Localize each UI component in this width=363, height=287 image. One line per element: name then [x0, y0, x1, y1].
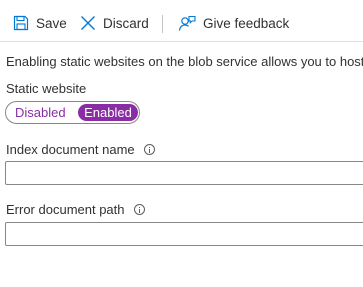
- static-website-toggle[interactable]: Disabled Enabled: [5, 101, 140, 124]
- error-document-input[interactable]: [5, 222, 363, 246]
- toolbar-divider: [0, 41, 363, 42]
- give-feedback-label: Give feedback: [203, 15, 290, 31]
- index-document-label-text: Index document name: [6, 142, 135, 157]
- error-document-label-text: Error document path: [6, 202, 125, 217]
- info-icon[interactable]: [143, 144, 155, 155]
- static-website-description: Enabling static websites on the blob ser…: [6, 54, 363, 69]
- command-bar: Save Discard Give feedback: [0, 0, 363, 44]
- index-document-input[interactable]: [5, 161, 363, 185]
- toggle-option-disabled[interactable]: Disabled: [15, 104, 66, 121]
- index-document-label: Index document name: [6, 142, 155, 157]
- static-website-label-text: Static website: [6, 81, 87, 96]
- save-button[interactable]: Save: [13, 10, 67, 36]
- info-icon[interactable]: [133, 204, 145, 215]
- discard-button[interactable]: Discard: [80, 10, 149, 36]
- close-icon: [80, 15, 96, 31]
- toggle-option-enabled[interactable]: Enabled: [78, 104, 138, 121]
- save-icon: [13, 15, 29, 31]
- error-document-label: Error document path: [6, 202, 145, 217]
- save-label: Save: [36, 15, 67, 31]
- discard-label: Discard: [103, 15, 149, 31]
- give-feedback-button[interactable]: Give feedback: [178, 10, 289, 36]
- feedback-icon: [178, 15, 196, 32]
- toolbar-separator: [162, 15, 163, 33]
- static-website-label: Static website: [6, 81, 86, 96]
